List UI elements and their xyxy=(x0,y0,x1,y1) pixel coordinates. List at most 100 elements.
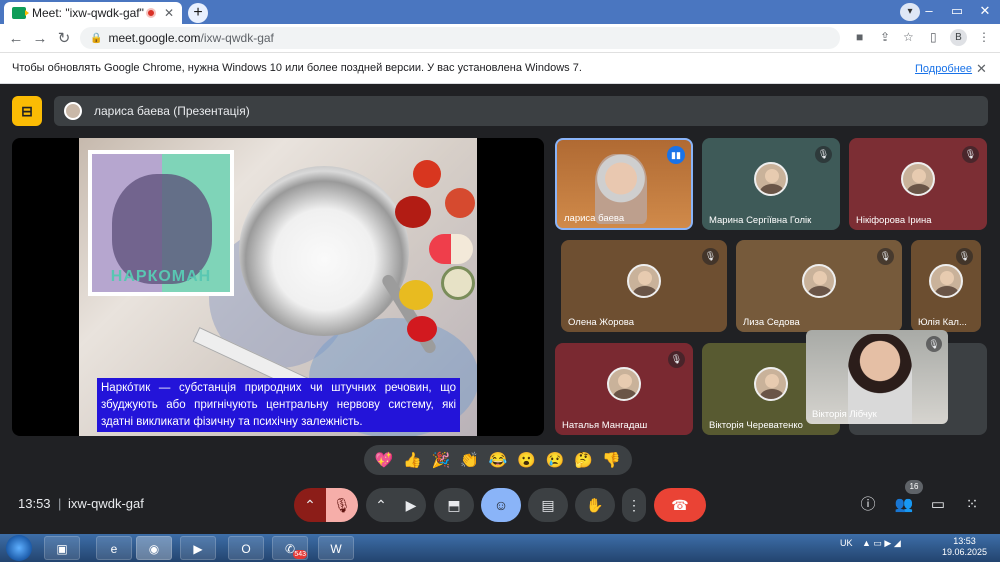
reactions-bar: 💖 👍 🎉 👏 😂 😮 😢 🤔 👎 xyxy=(364,445,632,475)
new-tab-button[interactable]: + xyxy=(188,3,208,23)
info-learn-more-link[interactable]: Подробнее xyxy=(915,63,972,75)
reload-icon[interactable]: ↻ xyxy=(52,29,76,47)
tab-close-icon[interactable]: ✕ xyxy=(164,6,174,20)
separator: | xyxy=(58,496,62,511)
leave-call-button[interactable]: ☎ xyxy=(654,488,706,522)
camera-toggle-button[interactable]: ▶ xyxy=(396,488,426,522)
presentation-stage[interactable]: НАРКОМАН Наркóтик — субстанція природних… xyxy=(12,138,544,436)
present-screen-icon: ⬒ xyxy=(447,497,461,513)
reaction-party-button[interactable]: 🎉 xyxy=(432,451,451,469)
participant-name: Юлія Кал... xyxy=(918,317,967,328)
meeting-info-button[interactable]: ⓘ xyxy=(852,488,884,522)
participant-name: Олена Жорова xyxy=(568,317,635,328)
participant-tile[interactable]: ▮▮ лариса баева xyxy=(555,138,693,230)
mic-options-button[interactable]: ⌃ xyxy=(294,488,326,522)
participant-avatar xyxy=(754,162,788,196)
participant-tile[interactable]: 🎙 Нікіфорова Ірина xyxy=(849,138,987,230)
activities-button[interactable]: ⁙ xyxy=(956,488,988,522)
participant-tile[interactable]: 🎙 Юлія Кал... xyxy=(911,240,981,332)
word-icon[interactable]: W xyxy=(318,536,354,560)
menu-kebab-icon[interactable]: ⋮ xyxy=(978,30,990,44)
windows-start-button[interactable] xyxy=(6,535,32,561)
participant-tile[interactable]: 🎙 Олена Жорова xyxy=(561,240,727,332)
participant-avatar xyxy=(627,264,661,298)
poster-caption: НАРКОМАН xyxy=(110,268,212,285)
reaction-surprised-button[interactable]: 😮 xyxy=(517,451,536,469)
chat-button[interactable]: ▭ xyxy=(922,488,954,522)
raise-hand-button[interactable]: ✋ xyxy=(575,488,615,522)
reaction-sad-button[interactable]: 😢 xyxy=(546,451,565,469)
meeting-time: 13:53 xyxy=(18,496,51,511)
participant-name: Вікторія Лібчук xyxy=(812,409,877,420)
explorer-icon[interactable]: ▣ xyxy=(44,536,80,560)
reaction-thumbs-up-button[interactable]: 👍 xyxy=(403,451,422,469)
meet-logo-icon xyxy=(12,7,29,19)
participant-name: Наталья Мангадаш xyxy=(562,420,648,431)
participant-avatar xyxy=(607,367,641,401)
participant-avatar xyxy=(901,162,935,196)
slide-caption-text: Наркóтик — субстанція природних чи штучн… xyxy=(97,378,460,432)
speaking-indicator-icon: ▮▮ xyxy=(667,146,685,164)
url-host: meet.google.com xyxy=(108,31,201,45)
participant-tile[interactable]: 🎙 Марина Сергіївна Голік xyxy=(702,138,840,230)
meeting-code: ixw-qwdk-gaf xyxy=(68,496,144,511)
profile-avatar[interactable]: B xyxy=(950,29,967,46)
participant-name: лариса баева xyxy=(564,213,625,224)
system-time: 13:53 xyxy=(953,536,976,546)
reaction-thumbs-down-button[interactable]: 👎 xyxy=(602,451,621,469)
forward-icon[interactable]: → xyxy=(28,30,52,47)
reaction-clap-button[interactable]: 👏 xyxy=(460,451,479,469)
presenter-bar: лариса баева (Презентація) xyxy=(54,96,988,126)
reaction-laugh-button[interactable]: 😂 xyxy=(489,451,508,469)
people-button[interactable]: 👥 xyxy=(888,488,920,522)
address-bar[interactable]: 🔒 meet.google.com /ixw-qwdk-gaf xyxy=(80,27,840,49)
info-icon: ⓘ xyxy=(860,496,876,513)
system-date: 19.06.2025 xyxy=(942,547,988,557)
update-info-bar: Чтобы обновлять Google Chrome, нужна Win… xyxy=(0,52,1000,84)
spoon-powder-image xyxy=(239,166,409,336)
recording-indicator-icon xyxy=(145,8,156,18)
info-message: Чтобы обновлять Google Chrome, нужна Win… xyxy=(12,62,582,74)
mic-off-icon: 🎙 xyxy=(926,336,942,352)
mic-off-icon: 🎙 xyxy=(668,351,685,368)
mic-off-icon: 🎙 xyxy=(877,248,894,265)
mic-toggle-button[interactable]: 🎙 xyxy=(326,488,358,522)
present-screen-button[interactable]: ⬒ xyxy=(434,488,474,522)
mic-off-icon: 🎙 xyxy=(962,146,979,163)
language-indicator[interactable]: UK xyxy=(840,538,853,548)
camera-indicator-icon[interactable]: ■ xyxy=(856,30,863,44)
mic-off-icon: 🎙 xyxy=(956,248,973,265)
participant-name: Нікіфорова Ірина xyxy=(856,215,932,226)
internet-explorer-icon[interactable]: e xyxy=(96,536,132,560)
narcoman-poster-image: НАРКОМАН xyxy=(88,150,234,296)
more-options-button[interactable]: ⋮ xyxy=(622,488,646,522)
side-panel-icon[interactable]: ▯ xyxy=(930,30,937,44)
share-icon[interactable]: ⇪ xyxy=(880,30,890,44)
system-clock[interactable]: 13:53 19.06.2025 xyxy=(942,536,987,558)
chrome-icon[interactable]: ◉ xyxy=(136,536,172,560)
tab-title: Meet: "ixw-qwdk-gaf" xyxy=(32,6,144,20)
bookmark-star-icon[interactable]: ☆ xyxy=(903,30,914,44)
reaction-heart-button[interactable]: 💖 xyxy=(375,451,394,469)
info-close-icon[interactable]: ✕ xyxy=(976,61,987,77)
participant-name: Лиза Седова xyxy=(743,317,800,328)
reaction-thinking-button[interactable]: 🤔 xyxy=(574,451,593,469)
captions-button[interactable]: ▤ xyxy=(528,488,568,522)
participant-tile[interactable]: 🎙 Наталья Мангадаш xyxy=(555,343,693,435)
presentation-slide: НАРКОМАН Наркóтик — субстанція природних… xyxy=(79,138,477,436)
media-player-icon[interactable]: ▶ xyxy=(180,536,216,560)
camera-options-button[interactable]: ⌃ xyxy=(366,488,396,522)
tray-icons[interactable]: ▲ ▭ ▶ ◢ xyxy=(862,538,901,549)
participant-tile[interactable]: 🎙 Лиза Седова xyxy=(736,240,902,332)
browser-tab[interactable]: Meet: "ixw-qwdk-gaf" ✕ xyxy=(4,2,182,24)
viber-icon[interactable]: ✆ 543 xyxy=(272,536,308,560)
people-icon: 👥 xyxy=(894,496,914,513)
exit-presentation-icon[interactable]: ⊟ xyxy=(12,96,42,126)
self-view-tile[interactable]: 🎙 Вікторія Лібчук xyxy=(806,330,948,424)
back-icon[interactable]: ← xyxy=(4,30,28,47)
apps-grid-icon: ⁙ xyxy=(965,496,979,513)
reactions-button[interactable]: ☺ xyxy=(481,488,521,522)
participant-avatar xyxy=(802,264,836,298)
close-window-button[interactable]: ✕ xyxy=(968,0,1000,22)
opera-icon[interactable]: O xyxy=(228,536,264,560)
